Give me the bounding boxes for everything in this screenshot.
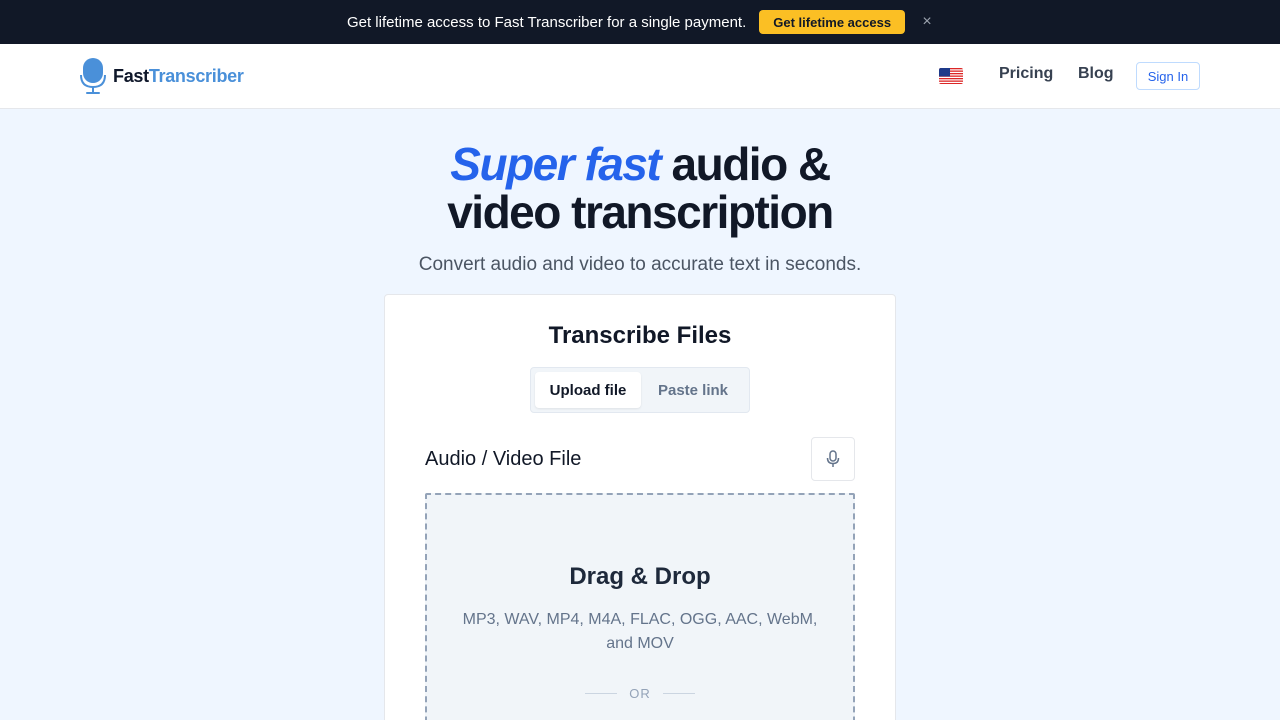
supported-formats: MP3, WAV, MP4, M4A, FLAC, OGG, AAC, WebM… — [462, 611, 818, 652]
us-flag-icon[interactable] — [939, 68, 963, 84]
tab-paste-link[interactable]: Paste link — [645, 372, 741, 408]
hero-title-line1: audio & — [660, 138, 832, 190]
promo-text: Get lifetime access to Fast Transcriber … — [346, 13, 747, 31]
tab-upload-file[interactable]: Upload file — [535, 372, 641, 408]
source-tabs: Upload file Paste link — [530, 367, 750, 413]
promo-banner: Get lifetime access to Fast Transcriber … — [0, 0, 1280, 44]
card-title: Transcribe Files — [548, 322, 732, 349]
hero-title: Super fast audio & video transcription — [0, 140, 1280, 236]
get-lifetime-access-button[interactable]: Get lifetime access — [759, 10, 906, 34]
or-text: OR — [629, 685, 651, 701]
dropzone-title: Drag & Drop — [569, 563, 711, 590]
close-icon[interactable]: × — [921, 14, 933, 30]
hero-title-line2: video transcription — [447, 186, 834, 238]
or-divider: OR — [585, 683, 695, 703]
file-field-label: Audio / Video File — [425, 448, 582, 470]
logo[interactable]: FastTranscriber — [80, 57, 244, 95]
divider-line-right — [663, 692, 695, 694]
record-audio-button[interactable] — [811, 437, 855, 481]
hero-subtitle: Convert audio and video to accurate text… — [418, 254, 862, 275]
divider-line-left — [585, 692, 617, 694]
microphone-logo-icon — [80, 58, 106, 94]
logo-text: FastTranscriber — [113, 65, 244, 86]
microphone-icon — [826, 450, 840, 467]
transcribe-card: Transcribe Files Upload file Paste link … — [384, 294, 896, 720]
nav-blog-link[interactable]: Blog — [1078, 65, 1114, 83]
file-dropzone[interactable]: Drag & Drop MP3, WAV, MP4, M4A, FLAC, OG… — [425, 493, 855, 720]
site-header: FastTranscriber Pricing Blog Sign In — [0, 44, 1280, 109]
hero-title-accent: Super fast — [450, 138, 661, 190]
nav-pricing-link[interactable]: Pricing — [999, 65, 1053, 83]
sign-in-button[interactable]: Sign In — [1136, 62, 1200, 90]
